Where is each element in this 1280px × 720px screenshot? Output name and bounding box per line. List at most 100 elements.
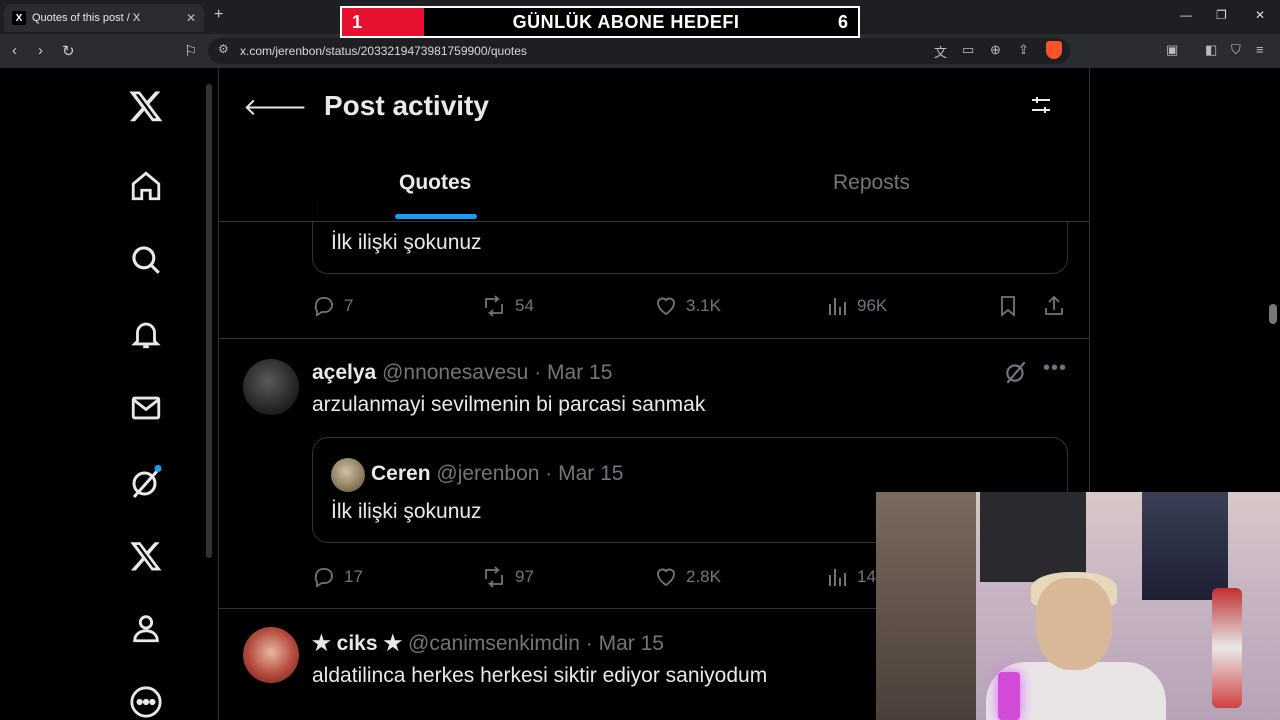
reply-icon — [314, 568, 333, 588]
maximize-icon[interactable]: ❐ — [1216, 8, 1227, 22]
heart-icon — [657, 568, 675, 587]
avatar[interactable] — [243, 627, 299, 683]
explore-search-icon[interactable] — [128, 242, 164, 278]
repost-button[interactable]: 97 — [481, 565, 534, 589]
grok-explain-icon[interactable] — [1003, 359, 1029, 390]
tweet-author[interactable]: açelya @nnonesavesu · Mar 15 — [312, 361, 612, 385]
webcam-desk-light — [998, 672, 1020, 720]
display-name: ★ ciks ★ — [312, 632, 403, 655]
like-button[interactable]: 2.8K — [654, 565, 721, 589]
subscriber-goal-overlay: 1 GÜNLÜK ABONE HEDEFI 6 — [340, 6, 860, 38]
share-upload-icon — [1045, 295, 1063, 315]
window-close-icon[interactable]: ✕ — [1255, 8, 1265, 22]
reload-icon[interactable]: ↻ — [62, 42, 75, 60]
sidebar-toggle-icon[interactable]: ◧ — [1205, 42, 1217, 58]
quoted-avatar — [331, 458, 365, 492]
quoted-date: · Mar 15 — [545, 462, 624, 485]
webcam-person-face — [1036, 578, 1112, 670]
repost-icon — [485, 295, 503, 317]
view-count: 96K — [857, 296, 888, 315]
quoted-author: Ceren @jerenbon · Mar 15 — [371, 462, 623, 486]
handle: @nnonesavesu — [382, 361, 529, 384]
tab-quotes[interactable]: Quotes — [399, 171, 471, 195]
webcam-shelf — [876, 492, 976, 720]
views-button[interactable]: 96K — [827, 294, 887, 318]
view-count: 14 — [857, 567, 876, 586]
zoom-icon[interactable]: ⊕ — [990, 42, 1001, 58]
reply-icon — [314, 297, 333, 317]
translate-icon[interactable]: 文 — [934, 42, 947, 61]
views-chart-icon — [829, 298, 846, 315]
notifications-bell-icon[interactable] — [128, 316, 164, 352]
repost-icon — [485, 566, 503, 588]
url-text: x.com/jerenbon/status/203321947398175990… — [240, 44, 527, 58]
post-activity-header: 🡐 Post activity Quotes Reposts — [219, 68, 1089, 222]
handle: @canimsenkimdin — [408, 632, 580, 655]
profile-icon[interactable] — [128, 610, 164, 646]
avatar[interactable] — [243, 359, 299, 415]
premium-x-icon[interactable] — [128, 538, 164, 574]
vpn-icon[interactable]: ⛉ — [1231, 42, 1241, 58]
forward-nav-icon[interactable]: › — [38, 42, 43, 59]
views-chart-icon — [829, 569, 846, 586]
webcam-poster-right — [1142, 492, 1228, 600]
page-scrollbar-thumb[interactable] — [1269, 304, 1277, 324]
share-icon[interactable]: ⇪ — [1018, 42, 1029, 58]
reply-count: 17 — [344, 567, 363, 586]
reply-count: 7 — [344, 296, 354, 315]
like-count: 2.8K — [686, 567, 721, 586]
repost-count: 54 — [515, 296, 534, 315]
bookmark-page-icon[interactable]: ⚐ — [184, 42, 197, 60]
reply-button[interactable]: 7 — [312, 294, 353, 318]
home-icon[interactable] — [128, 168, 164, 204]
bookmark-icon — [1001, 296, 1015, 317]
close-tab-icon[interactable]: ✕ — [186, 11, 196, 25]
tab-title: Quotes of this post / X — [32, 12, 141, 24]
quoted-display-name: Ceren — [371, 462, 431, 485]
back-arrow-icon[interactable]: 🡐 — [243, 92, 307, 122]
menu-icon[interactable]: ≡ — [1256, 42, 1264, 57]
tab-reposts[interactable]: Reposts — [833, 171, 910, 195]
tweet-text: aldatilinca herkes herkesi siktir ediyor… — [312, 664, 768, 687]
goal-current: 1 — [342, 8, 424, 36]
tweet-author[interactable]: ★ ciks ★ @canimsenkimdin · Mar 15 — [312, 631, 664, 656]
minimize-icon[interactable]: — — [1180, 8, 1192, 22]
new-tab-icon[interactable]: + — [214, 6, 223, 24]
share-post-button[interactable] — [1042, 294, 1074, 318]
grok-icon[interactable] — [128, 464, 164, 500]
reply-button[interactable]: 17 — [312, 565, 363, 589]
repost-count: 97 — [515, 567, 534, 586]
browser-tab[interactable]: X Quotes of this post / X ✕ — [4, 4, 204, 32]
tweet-text: arzulanmayi sevilmenin bi parcasi sanmak — [312, 393, 706, 416]
page-title: Post activity — [324, 90, 489, 121]
quoted-post-text: İlk ilişki şokunuz — [331, 231, 482, 254]
x-favicon-icon: X — [12, 11, 26, 25]
browser-toolbar: ‹ › ↻ ⚐ ⚙ x.com/jerenbon/status/20332194… — [0, 34, 1280, 68]
filter-sliders-icon[interactable] — [1029, 93, 1053, 122]
x-logo-icon[interactable] — [128, 88, 164, 124]
quoted-handle: @jerenbon — [436, 462, 540, 485]
bookmark-button[interactable] — [997, 294, 1027, 318]
like-count: 3.1K — [686, 296, 721, 315]
views-button[interactable]: 14 — [827, 565, 876, 589]
post-date: · Mar 15 — [534, 361, 613, 384]
brave-shields-icon[interactable] — [1046, 41, 1062, 59]
back-nav-icon[interactable]: ‹ — [12, 42, 17, 59]
reader-mode-icon[interactable]: ▭ — [962, 42, 974, 58]
webcam-can — [1212, 588, 1242, 708]
site-settings-icon[interactable]: ⚙ — [218, 42, 229, 56]
active-tab-indicator — [395, 214, 477, 219]
messages-mail-icon[interactable] — [128, 390, 164, 426]
repost-button[interactable]: 54 — [481, 294, 534, 318]
wallet-icon[interactable]: ▣ — [1166, 42, 1178, 58]
goal-target: 6 — [837, 11, 848, 32]
more-options-icon[interactable] — [128, 684, 164, 720]
heart-icon — [657, 297, 675, 316]
more-dots-icon[interactable]: ••• — [1043, 357, 1067, 380]
like-button[interactable]: 3.1K — [654, 294, 721, 318]
nav-scrollbar[interactable] — [206, 84, 212, 558]
goal-label: GÜNLÜK ABONE HEDEFI — [512, 11, 740, 32]
display-name: açelya — [312, 361, 377, 384]
webcam-poster-left — [980, 492, 1086, 582]
post-date: · Mar 15 — [585, 632, 664, 655]
